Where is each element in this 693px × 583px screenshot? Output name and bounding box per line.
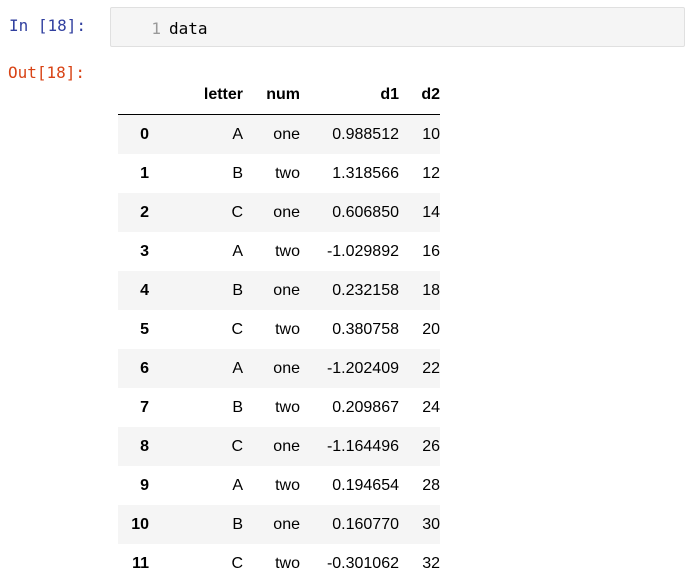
cell-letter: B [149, 505, 243, 544]
table-row: 2Cone0.60685014 [118, 193, 440, 232]
cell-num: two [243, 310, 300, 349]
cell-d2: 10 [399, 115, 440, 155]
row-index: 3 [118, 232, 149, 271]
row-index: 1 [118, 154, 149, 193]
cell-d2: 22 [399, 349, 440, 388]
cell-letter: A [149, 115, 243, 155]
cell-letter: A [149, 466, 243, 505]
cell-d1: 0.232158 [300, 271, 399, 310]
code-text[interactable]: data [169, 19, 208, 38]
cell-letter: C [149, 193, 243, 232]
row-index: 9 [118, 466, 149, 505]
cell-num: one [243, 193, 300, 232]
table-row: 0Aone0.98851210 [118, 115, 440, 155]
table-row: 7Btwo0.20986724 [118, 388, 440, 427]
cell-num: one [243, 505, 300, 544]
cell-d2: 20 [399, 310, 440, 349]
cell-d1: 0.209867 [300, 388, 399, 427]
column-header-d1: d1 [300, 76, 399, 115]
cell-d2: 32 [399, 544, 440, 583]
cell-d1: -0.301062 [300, 544, 399, 583]
table-row: 6Aone-1.20240922 [118, 349, 440, 388]
line-number: 1 [135, 19, 161, 38]
cell-letter: A [149, 349, 243, 388]
cell-num: two [243, 388, 300, 427]
table-row: 4Bone0.23215818 [118, 271, 440, 310]
cell-d1: -1.029892 [300, 232, 399, 271]
cell-letter: C [149, 544, 243, 583]
cell-d1: 0.160770 [300, 505, 399, 544]
table-row: 1Btwo1.31856612 [118, 154, 440, 193]
column-header-d2: d2 [399, 76, 440, 115]
cell-letter: B [149, 154, 243, 193]
cell-d2: 14 [399, 193, 440, 232]
cell-num: one [243, 271, 300, 310]
cell-num: two [243, 466, 300, 505]
cell-num: two [243, 154, 300, 193]
cell-d1: 0.988512 [300, 115, 399, 155]
cell-d1: 0.380758 [300, 310, 399, 349]
output-prompt: Out[18]: [8, 63, 85, 82]
cell-d2: 24 [399, 388, 440, 427]
header-row: letter num d1 d2 [118, 76, 440, 115]
cell-d2: 12 [399, 154, 440, 193]
table-row: 3Atwo-1.02989216 [118, 232, 440, 271]
row-index: 4 [118, 271, 149, 310]
table-row: 9Atwo0.19465428 [118, 466, 440, 505]
row-index: 8 [118, 427, 149, 466]
cell-num: one [243, 115, 300, 155]
cell-d1: -1.164496 [300, 427, 399, 466]
cell-num: one [243, 349, 300, 388]
index-header [118, 76, 149, 115]
cell-d2: 26 [399, 427, 440, 466]
cell-num: two [243, 232, 300, 271]
table-body: 0Aone0.988512101Btwo1.318566122Cone0.606… [118, 115, 440, 583]
row-index: 11 [118, 544, 149, 583]
row-index: 6 [118, 349, 149, 388]
table-row: 5Ctwo0.38075820 [118, 310, 440, 349]
row-index: 5 [118, 310, 149, 349]
cell-num: two [243, 544, 300, 583]
input-prompt: In [18]: [9, 16, 86, 35]
dataframe-table: letter num d1 d2 0Aone0.988512101Btwo1.3… [118, 76, 440, 583]
cell-d2: 30 [399, 505, 440, 544]
table-row: 10Bone0.16077030 [118, 505, 440, 544]
cell-letter: B [149, 388, 243, 427]
cell-d1: -1.202409 [300, 349, 399, 388]
cell-d2: 16 [399, 232, 440, 271]
row-index: 0 [118, 115, 149, 155]
cell-d1: 0.606850 [300, 193, 399, 232]
code-input-area[interactable]: 1 data [110, 7, 685, 47]
cell-d1: 1.318566 [300, 154, 399, 193]
cell-letter: C [149, 310, 243, 349]
table-row: 8Cone-1.16449626 [118, 427, 440, 466]
cell-d2: 18 [399, 271, 440, 310]
column-header-letter: letter [149, 76, 243, 115]
cell-d1: 0.194654 [300, 466, 399, 505]
cell-letter: A [149, 232, 243, 271]
cell-d2: 28 [399, 466, 440, 505]
cell-letter: B [149, 271, 243, 310]
table-row: 11Ctwo-0.30106232 [118, 544, 440, 583]
column-header-num: num [243, 76, 300, 115]
row-index: 7 [118, 388, 149, 427]
cell-letter: C [149, 427, 243, 466]
row-index: 10 [118, 505, 149, 544]
row-index: 2 [118, 193, 149, 232]
cell-num: one [243, 427, 300, 466]
